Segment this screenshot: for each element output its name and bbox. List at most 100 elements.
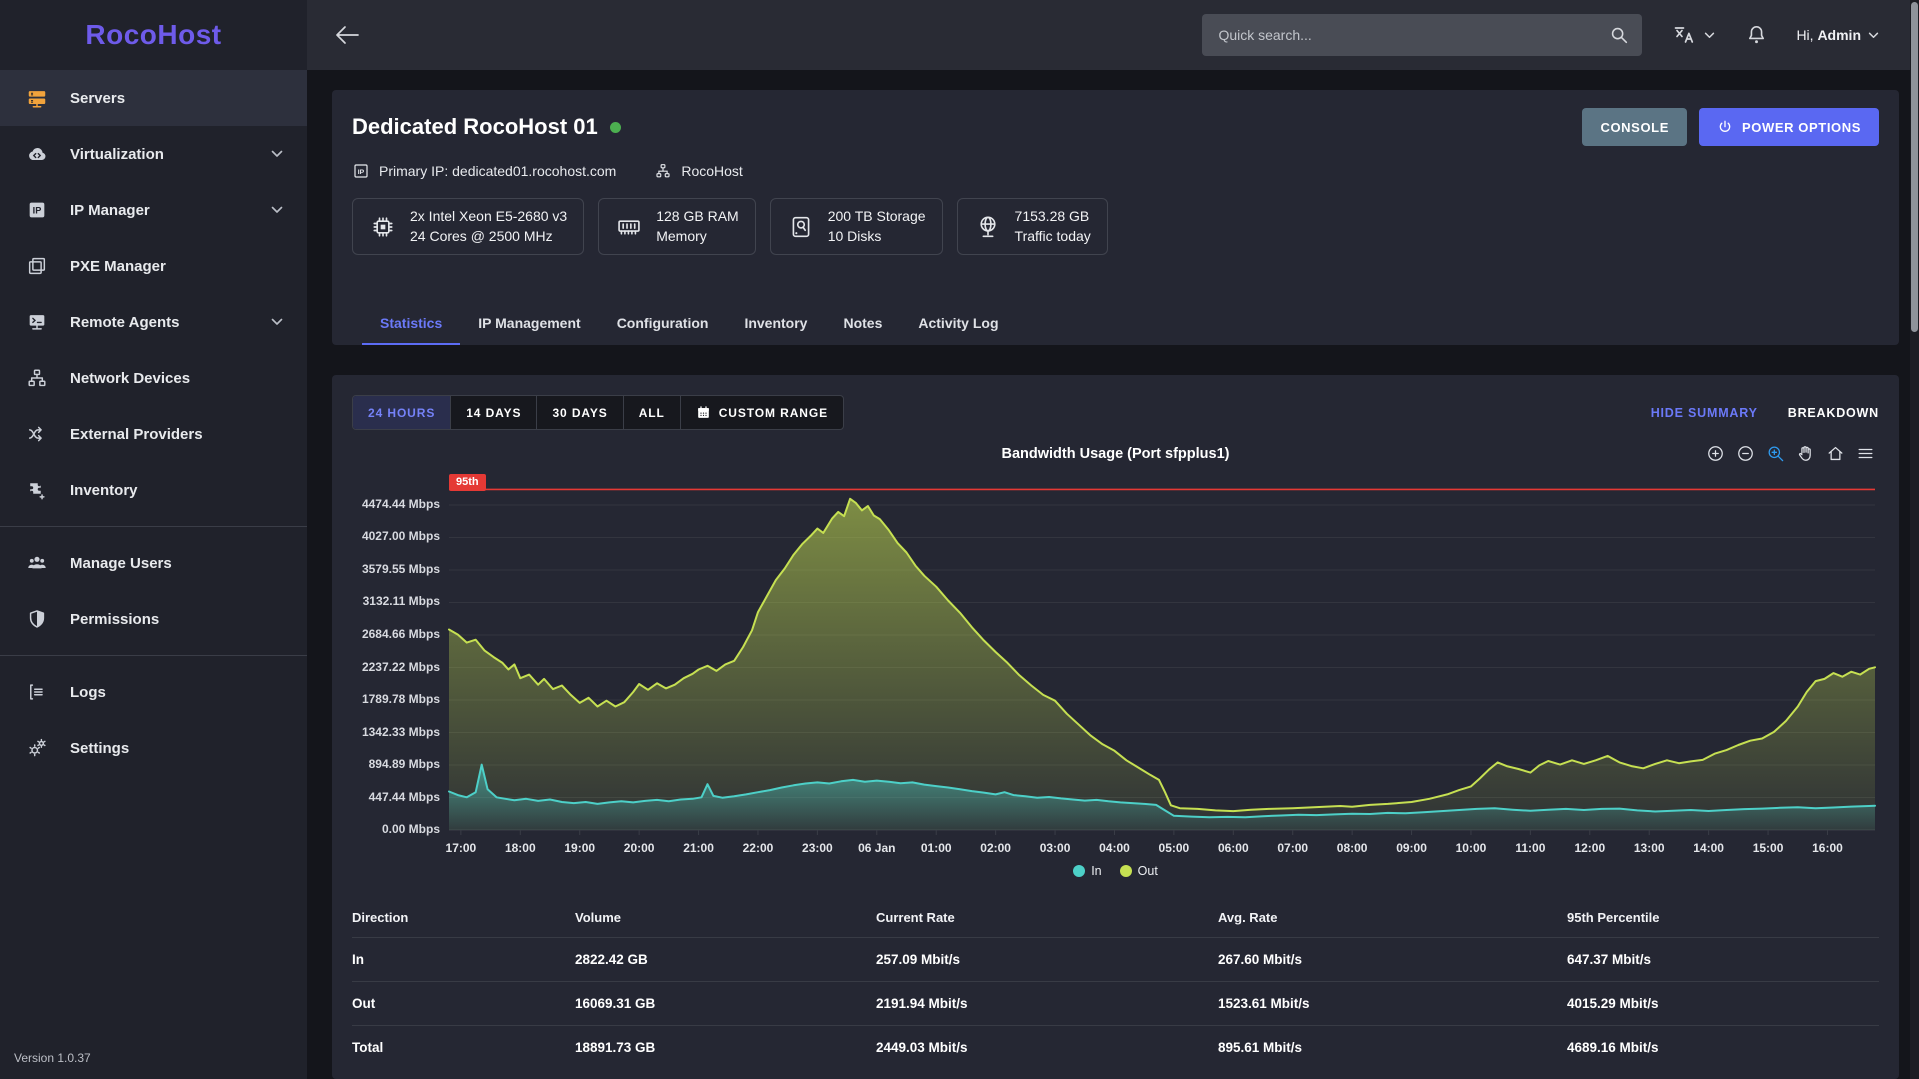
time-range-group: 24 HOURS 14 DAYS 30 DAYS ALL CUSTOM RANG… — [352, 395, 844, 430]
power-options-button[interactable]: POWER OPTIONS — [1699, 108, 1879, 146]
table-row: In 2822.42 GB 257.09 Mbit/s 267.60 Mbit/… — [352, 937, 1879, 981]
cloud-icon — [26, 143, 48, 165]
breakdown-button[interactable]: BREAKDOWN — [1788, 406, 1879, 420]
cpu-icon — [369, 213, 397, 241]
bandwidth-chart-svg — [449, 480, 1875, 835]
agent-terminal-icon — [26, 311, 48, 333]
range-24-hours[interactable]: 24 HOURS — [353, 396, 450, 429]
calendar-icon — [696, 405, 711, 420]
cpu-chip: 2x Intel Xeon E5-2680 v324 Cores @ 2500 … — [352, 198, 584, 255]
svg-text:IP: IP — [358, 169, 365, 176]
y-axis-label: 447.44 Mbps — [369, 790, 440, 804]
zoom-in-icon[interactable] — [1706, 444, 1725, 463]
search-icon[interactable] — [1608, 24, 1630, 46]
y-axis-label: 3579.55 Mbps — [362, 562, 440, 576]
x-axis-label: 05:00 — [1159, 841, 1190, 855]
storage-chip: 200 TB Storage10 Disks — [770, 198, 943, 255]
zoom-out-icon[interactable] — [1736, 444, 1755, 463]
chevron-down-icon — [271, 206, 283, 214]
x-axis-label: 04:00 — [1099, 841, 1130, 855]
page-scrollbar[interactable] — [1910, 0, 1919, 1079]
selection-zoom-icon[interactable] — [1766, 444, 1785, 463]
chevron-down-icon — [1704, 32, 1715, 39]
logs-icon — [26, 681, 48, 703]
x-axis-label: 12:00 — [1574, 841, 1605, 855]
summary-table: Direction Volume Current Rate Avg. Rate … — [352, 900, 1879, 1069]
y-axis-label: 1342.33 Mbps — [362, 725, 440, 739]
chevron-down-icon — [271, 318, 283, 326]
x-axis-label: 09:00 — [1396, 841, 1427, 855]
x-axis-label: 18:00 — [505, 841, 536, 855]
back-button[interactable] — [331, 19, 363, 51]
ip-badge-icon: IP — [26, 199, 48, 221]
app-logo: RocoHost — [0, 0, 307, 70]
tab-notes[interactable]: Notes — [825, 301, 900, 345]
x-axis-label: 21:00 — [683, 841, 714, 855]
table-header-row: Direction Volume Current Rate Avg. Rate … — [352, 900, 1879, 937]
sidebar-item-label: Servers — [70, 90, 283, 107]
y-axis-label: 2684.66 Mbps — [362, 627, 440, 641]
tab-configuration[interactable]: Configuration — [599, 301, 727, 345]
legend-item-in[interactable]: In — [1073, 864, 1101, 878]
primary-ip: IP Primary IP: dedicated01.rocohost.com — [352, 162, 616, 180]
x-axis-label: 13:00 — [1634, 841, 1665, 855]
range-30-days[interactable]: 30 DAYS — [536, 396, 622, 429]
sidebar-item-inventory[interactable]: Inventory — [0, 462, 307, 518]
range-all[interactable]: ALL — [623, 396, 680, 429]
x-axis-label: 22:00 — [743, 841, 774, 855]
y-axis-label: 4474.44 Mbps — [362, 497, 440, 511]
x-axis-label: 08:00 — [1337, 841, 1368, 855]
user-menu[interactable]: Hi, Admin — [1796, 27, 1879, 43]
home-icon[interactable] — [1826, 444, 1845, 463]
menu-icon[interactable] — [1856, 444, 1875, 463]
legend-item-out[interactable]: Out — [1120, 864, 1158, 878]
language-selector[interactable] — [1672, 23, 1715, 47]
tab-inventory[interactable]: Inventory — [726, 301, 825, 345]
scrollbar-thumb[interactable] — [1911, 2, 1918, 332]
sidebar-item-label: Settings — [70, 740, 283, 757]
globe-icon — [974, 213, 1002, 241]
sidebar-item-network-devices[interactable]: Network Devices — [0, 350, 307, 406]
notifications-button[interactable] — [1745, 23, 1768, 47]
x-axis-label: 16:00 — [1812, 841, 1843, 855]
ip-icon: IP — [352, 162, 370, 180]
sidebar-item-ip-manager[interactable]: IP IP Manager — [0, 182, 307, 238]
range-14-days[interactable]: 14 DAYS — [450, 396, 536, 429]
x-axis-label: 11:00 — [1515, 841, 1545, 855]
sidebar-item-servers[interactable]: Servers — [0, 70, 307, 126]
sidebar-nav: Servers Virtualization IP IP Manager PXE… — [0, 70, 307, 776]
sidebar-item-logs[interactable]: Logs — [0, 664, 307, 720]
sidebar-item-virtualization[interactable]: Virtualization — [0, 126, 307, 182]
table-row: Total 18891.73 GB 2449.03 Mbit/s 895.61 … — [352, 1025, 1879, 1069]
pan-icon[interactable] — [1796, 444, 1815, 463]
sidebar-item-settings[interactable]: Settings — [0, 720, 307, 776]
search-input[interactable] — [1202, 14, 1642, 56]
sidebar-item-manage-users[interactable]: Manage Users — [0, 535, 307, 591]
x-axis-label: 01:00 — [921, 841, 952, 855]
sidebar-item-label: Manage Users — [70, 555, 283, 572]
hide-summary-button[interactable]: HIDE SUMMARY — [1651, 406, 1758, 420]
shuffle-arrows-icon — [26, 423, 48, 445]
plot-area[interactable]: 95th — [449, 480, 1875, 835]
sidebar-item-pxe-manager[interactable]: PXE Manager — [0, 238, 307, 294]
sidebar-item-remote-agents[interactable]: Remote Agents — [0, 294, 307, 350]
tab-statistics[interactable]: Statistics — [362, 301, 460, 345]
console-button[interactable]: CONSOLE — [1582, 108, 1686, 146]
x-axis-label: 02:00 — [980, 841, 1011, 855]
legend-dot-out — [1120, 865, 1132, 877]
tab-ip-management[interactable]: IP Management — [460, 301, 598, 345]
percentile-badge: 95th — [449, 474, 486, 491]
status-online-dot — [610, 122, 621, 133]
x-axis-label: 06:00 — [1218, 841, 1249, 855]
power-icon — [1717, 119, 1733, 135]
table-row: Out 16069.31 GB 2191.94 Mbit/s 1523.61 M… — [352, 981, 1879, 1025]
range-custom[interactable]: CUSTOM RANGE — [680, 396, 843, 429]
tab-activity-log[interactable]: Activity Log — [900, 301, 1016, 345]
sidebar-item-permissions[interactable]: Permissions — [0, 591, 307, 647]
sidebar-item-external-providers[interactable]: External Providers — [0, 406, 307, 462]
translate-icon — [1672, 23, 1698, 47]
y-axis-label: 0.00 Mbps — [382, 822, 440, 836]
chart-legend: In Out — [352, 864, 1879, 878]
bell-icon — [1745, 23, 1768, 47]
sidebar-item-label: Network Devices — [70, 370, 283, 387]
